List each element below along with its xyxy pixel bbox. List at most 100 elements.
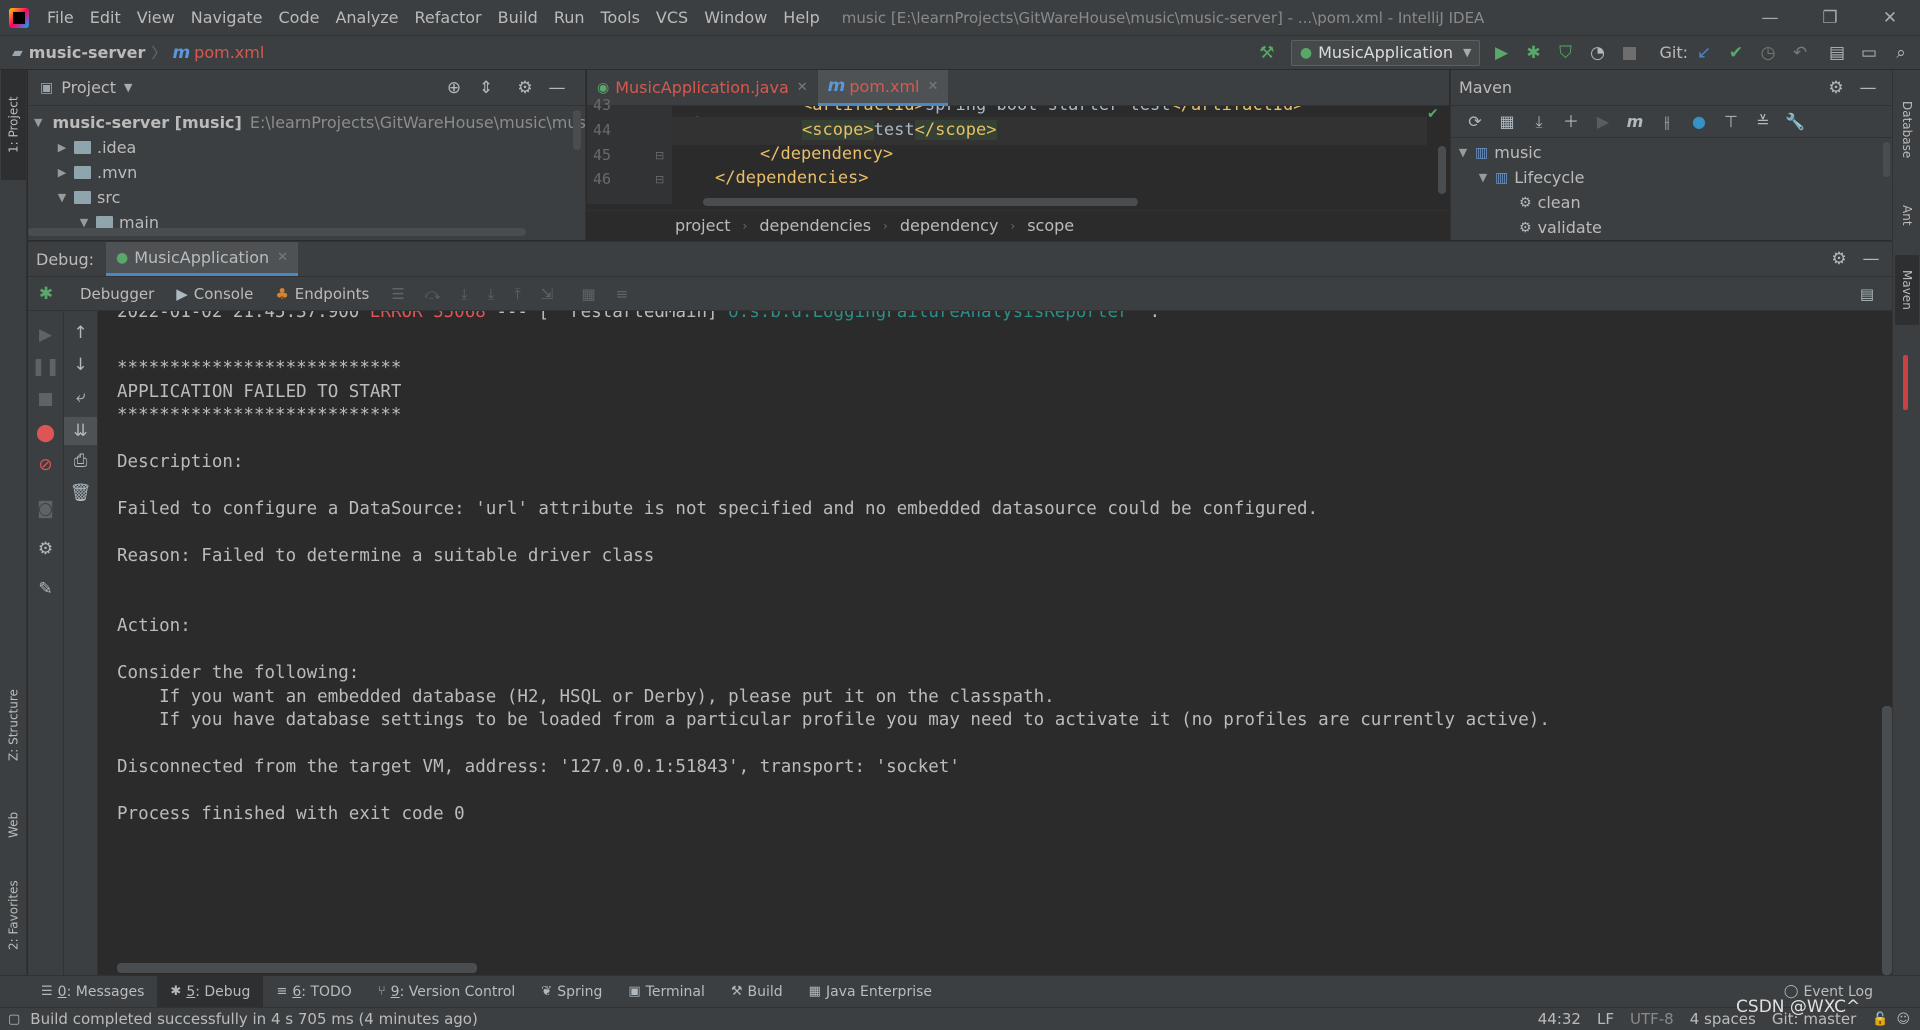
git-history-icon[interactable]: ◷ bbox=[1757, 42, 1779, 64]
tab-debugger[interactable]: Debugger bbox=[80, 285, 154, 303]
run-icon[interactable]: ▶ bbox=[1490, 42, 1512, 64]
collapse-all-icon[interactable]: ⇕ bbox=[475, 77, 497, 99]
breadcrumb-dependencies[interactable]: dependencies bbox=[759, 216, 871, 235]
down-arrow-icon[interactable]: ↓ bbox=[64, 355, 97, 375]
close-window-button[interactable]: ✕ bbox=[1860, 0, 1920, 36]
close-icon[interactable]: ✕ bbox=[277, 250, 288, 265]
stop-icon[interactable]: ■ bbox=[1618, 42, 1640, 64]
breadcrumb-project[interactable]: project bbox=[675, 216, 731, 235]
menu-code[interactable]: Code bbox=[271, 0, 328, 36]
collapse-all-icon[interactable]: ≚ bbox=[1752, 111, 1774, 133]
tab-pom-xml[interactable]: m pom.xml ✕ bbox=[817, 69, 949, 106]
menu-tools[interactable]: Tools bbox=[593, 0, 648, 36]
console-output[interactable]: 2022-01-02 21:45:37.900 ERROR 35068 --- … bbox=[98, 311, 1892, 975]
skip-tests-icon[interactable]: ● bbox=[1688, 111, 1710, 133]
project-structure-icon[interactable]: ▤ bbox=[1826, 42, 1848, 64]
show-dependencies-icon[interactable]: ⊤ bbox=[1720, 111, 1742, 133]
hide-icon[interactable]: — bbox=[1857, 77, 1879, 99]
debug-icon[interactable]: ✱ bbox=[1522, 42, 1544, 64]
generate-sources-icon[interactable]: ▦ bbox=[1496, 111, 1518, 133]
tool-tab-maven[interactable]: Maven bbox=[1895, 255, 1919, 325]
up-arrow-icon[interactable]: ↑ bbox=[64, 323, 97, 343]
file-encoding[interactable]: UTF-8 bbox=[1630, 1010, 1674, 1028]
menu-file[interactable]: File bbox=[39, 0, 82, 36]
trash-icon[interactable]: 🗑 bbox=[64, 483, 97, 503]
tree-item-src[interactable]: ▼ src bbox=[28, 185, 585, 210]
tool-tab-debug[interactable]: ✱ 5: Debug bbox=[157, 976, 264, 1007]
caret-position[interactable]: 44:32 bbox=[1538, 1010, 1581, 1028]
menu-view[interactable]: View bbox=[129, 0, 183, 36]
error-stripe-marker[interactable] bbox=[1903, 355, 1908, 410]
execute-goal-icon[interactable]: m bbox=[1624, 111, 1646, 133]
maven-item-lifecycle[interactable]: ▼ ▥ Lifecycle bbox=[1451, 165, 1892, 190]
add-icon[interactable]: ＋ bbox=[1560, 111, 1582, 133]
tree-item-root[interactable]: ▼ music-server [music] E:\learnProjects\… bbox=[28, 110, 630, 135]
tool-tab-structure[interactable]: Z: Structure bbox=[1, 670, 26, 780]
menu-edit[interactable]: Edit bbox=[82, 0, 129, 36]
profiler-icon[interactable]: ◔ bbox=[1586, 42, 1608, 64]
console-vertical-scrollbar[interactable] bbox=[1882, 706, 1892, 975]
stop-icon[interactable]: ■ bbox=[28, 389, 63, 409]
wrench-icon[interactable]: 🔧 bbox=[1784, 111, 1806, 133]
tool-tab-spring[interactable]: ❦ Spring bbox=[528, 976, 615, 1007]
gear-icon[interactable]: ⚙ bbox=[1825, 77, 1847, 99]
tool-tab-database[interactable]: Database bbox=[1895, 80, 1919, 180]
camera-icon[interactable]: ◙ bbox=[28, 499, 63, 519]
search-everywhere-icon[interactable]: ⌕ bbox=[1890, 42, 1912, 64]
menu-vcs[interactable]: VCS bbox=[648, 0, 696, 36]
tool-tab-build[interactable]: ⚒ Build bbox=[718, 976, 796, 1007]
download-icon[interactable]: ⤓ bbox=[1528, 111, 1550, 133]
maven-goal-clean[interactable]: ⚙ clean bbox=[1451, 190, 1892, 215]
tool-tab-todo[interactable]: ≡ 6: TODO bbox=[263, 976, 364, 1007]
tool-tab-version-control[interactable]: ⑂ 9: Version Control bbox=[365, 976, 528, 1007]
menu-window[interactable]: Window bbox=[696, 0, 775, 36]
pause-icon[interactable]: ❚❚ bbox=[28, 357, 63, 377]
tool-tab-favorites[interactable]: 2: Favorites bbox=[1, 860, 26, 970]
rerun-debug-icon[interactable]: ✱ bbox=[28, 284, 64, 304]
tool-tab-ant[interactable]: Ant bbox=[1895, 185, 1919, 245]
show-execution-point-icon[interactable]: ☰ bbox=[391, 285, 404, 303]
hide-icon[interactable]: — bbox=[1860, 248, 1882, 270]
tool-tab-terminal[interactable]: ▣ Terminal bbox=[615, 976, 717, 1007]
step-into-icon[interactable]: ⤓ bbox=[461, 285, 468, 303]
maven-scrollbar[interactable] bbox=[1883, 142, 1890, 177]
breadcrumb-scope[interactable]: scope bbox=[1027, 216, 1074, 235]
console-horizontal-scrollbar[interactable] bbox=[117, 963, 477, 973]
layout-settings-icon[interactable]: ▤ bbox=[1860, 285, 1874, 303]
build-hammer-icon[interactable]: ⚒ bbox=[1256, 42, 1278, 64]
menu-help[interactable]: Help bbox=[775, 0, 827, 36]
horizontal-scrollbar[interactable] bbox=[28, 228, 526, 236]
editor-vertical-scrollbar[interactable] bbox=[1438, 146, 1446, 194]
pin-icon[interactable]: ✎ bbox=[28, 579, 63, 599]
status-message[interactable]: Build completed successfully in 4 s 705 … bbox=[30, 1010, 478, 1028]
locate-icon[interactable]: ⊕ bbox=[443, 77, 465, 99]
step-over-icon[interactable]: ⤼ bbox=[425, 285, 441, 303]
lock-icon[interactable]: 🔓 bbox=[1872, 1012, 1888, 1027]
tab-endpoints[interactable]: ♣ Endpoints bbox=[275, 285, 369, 303]
run-configuration-select[interactable]: ● MusicApplication ▼ bbox=[1290, 39, 1481, 66]
editor-horizontal-scrollbar[interactable] bbox=[703, 198, 1138, 206]
close-icon[interactable]: ✕ bbox=[928, 79, 939, 94]
nav-project[interactable]: music-server bbox=[29, 43, 146, 62]
code-view[interactable]: <artifactId>spring-boot-starter-test</ar… bbox=[587, 106, 1449, 210]
print-icon[interactable]: ⎙ bbox=[64, 451, 97, 471]
run-to-cursor-icon[interactable]: ⇲ bbox=[541, 285, 554, 303]
close-icon[interactable]: ✕ bbox=[797, 80, 808, 95]
toggle-offline-icon[interactable]: ⫲ bbox=[1656, 111, 1678, 133]
vertical-scrollbar[interactable] bbox=[573, 110, 581, 150]
breadcrumb-dependency[interactable]: dependency bbox=[900, 216, 999, 235]
minimize-button[interactable]: — bbox=[1740, 0, 1800, 36]
gear-icon[interactable]: ⚙ bbox=[1828, 248, 1850, 270]
coverage-icon[interactable]: ⛉ bbox=[1554, 42, 1576, 64]
maven-item-music[interactable]: ▼ ▥ music bbox=[1451, 140, 1892, 165]
tool-tab-java-enterprise[interactable]: ▦ Java Enterprise bbox=[796, 976, 945, 1007]
trace-icon[interactable]: ≡ bbox=[616, 285, 629, 303]
scroll-to-end-icon[interactable]: ⇊ bbox=[64, 417, 97, 445]
hide-icon[interactable]: — bbox=[546, 77, 568, 99]
menu-refactor[interactable]: Refactor bbox=[407, 0, 490, 36]
debug-session-tab[interactable]: ● MusicApplication ✕ bbox=[106, 242, 299, 276]
force-step-into-icon[interactable]: ⤓ bbox=[488, 285, 495, 303]
restore-button[interactable]: ❐ bbox=[1800, 0, 1860, 36]
git-rollback-icon[interactable]: ↶ bbox=[1789, 42, 1811, 64]
tree-item-mvn[interactable]: ▶ .mvn bbox=[28, 160, 585, 185]
